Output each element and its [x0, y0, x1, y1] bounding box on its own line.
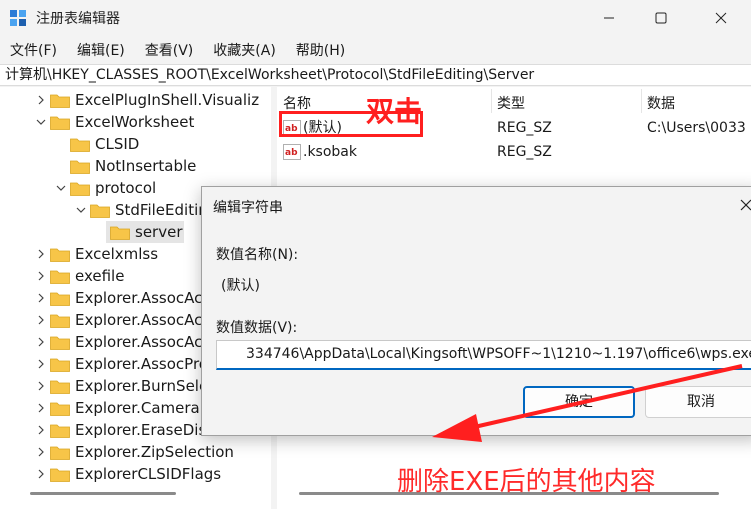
- chevron-down-icon[interactable]: [54, 177, 68, 199]
- column-data-header[interactable]: 数据: [647, 93, 675, 113]
- tree-item-label: Explorer.AssocAc: [75, 289, 203, 307]
- chevron-right-icon[interactable]: [34, 331, 48, 353]
- chevron-right-icon[interactable]: [34, 463, 48, 485]
- tree-item-label: CLSID: [95, 135, 140, 153]
- tree-horizontal-scrollbar[interactable]: [30, 492, 176, 495]
- tree-item-label: exefile: [75, 267, 125, 285]
- tree-item-label: NotInsertable: [95, 157, 197, 175]
- folder-icon: [50, 94, 70, 108]
- svg-text:ab: ab: [285, 148, 298, 158]
- menu-bar: 文件(F) 编辑(E) 查看(V) 收藏夹(A) 帮助(H): [0, 38, 355, 62]
- folder-icon: [50, 402, 70, 416]
- tree-item-label: ExplorerCLSIDFlags: [75, 465, 222, 483]
- value-name-label: 数值名称(N):: [216, 247, 299, 263]
- tree-item-label: protocol: [95, 179, 157, 197]
- ok-button[interactable]: 确定: [523, 386, 635, 418]
- column-type-header[interactable]: 类型: [497, 93, 525, 113]
- minimize-icon: [604, 17, 614, 19]
- tree-item-explorer-zipselection[interactable]: Explorer.ZipSelection: [0, 441, 271, 463]
- dialog-title: 编辑字符串: [213, 200, 283, 216]
- tree-item-label: server: [135, 223, 183, 241]
- folder-icon: [70, 160, 90, 174]
- chevron-right-icon[interactable]: [34, 243, 48, 265]
- folder-icon: [50, 314, 70, 328]
- tree-item-label: Excelxmlss: [75, 245, 159, 263]
- close-button[interactable]: [698, 0, 744, 36]
- title-bar: 注册表编辑器: [0, 0, 751, 36]
- list-item[interactable]: ab .ksobak REG_SZ: [277, 140, 751, 164]
- column-separator[interactable]: [641, 89, 642, 113]
- value-data-label: 数值数据(V):: [216, 320, 298, 336]
- chevron-right-icon[interactable]: [34, 441, 48, 463]
- tree-item-label: Explorer.AssocAc: [75, 311, 203, 329]
- dialog-close-icon[interactable]: [738, 197, 751, 213]
- folder-icon: [110, 226, 130, 240]
- annotation-double-click: 双击: [366, 95, 423, 128]
- tree-item-excelworksheet[interactable]: ExcelWorksheet: [0, 111, 271, 133]
- tree-item-label: ExcelWorksheet: [75, 113, 195, 131]
- folder-icon: [50, 270, 70, 284]
- maximize-icon: [655, 12, 667, 24]
- chevron-right-icon[interactable]: [34, 419, 48, 441]
- window-title: 注册表编辑器: [36, 11, 120, 27]
- column-separator[interactable]: [491, 89, 492, 113]
- folder-icon: [50, 116, 70, 130]
- menu-help[interactable]: 帮助(H): [286, 38, 355, 62]
- tree-item-explorerclsidflags[interactable]: ExplorerCLSIDFlags: [0, 463, 271, 485]
- chevron-right-icon[interactable]: [34, 287, 48, 309]
- folder-icon: [50, 248, 70, 262]
- value-type: REG_SZ: [497, 120, 552, 136]
- tree-item-label: Explorer.AssocPro: [75, 355, 208, 373]
- folder-icon: [50, 336, 70, 350]
- edit-string-dialog: 编辑字符串 数值名称(N): (默认) 数值数据(V): 334746\AppD…: [201, 186, 751, 436]
- menu-edit[interactable]: 编辑(E): [67, 38, 135, 62]
- address-bar[interactable]: 计算机\HKEY_CLASSES_ROOT\ExcelWorksheet\Pro…: [0, 64, 751, 86]
- value-type: REG_SZ: [497, 144, 552, 160]
- folder-icon: [70, 182, 90, 196]
- value-data-input[interactable]: 334746\AppData\Local\Kingsoft\WPSOFF~1\1…: [216, 340, 751, 370]
- close-icon: [715, 12, 727, 24]
- folder-icon: [50, 468, 70, 482]
- value-name-field: (默认): [221, 278, 260, 294]
- chevron-right-icon[interactable]: [34, 89, 48, 111]
- menu-favorites[interactable]: 收藏夹(A): [203, 38, 286, 62]
- folder-icon: [50, 380, 70, 394]
- tree-item-clsid[interactable]: CLSID: [0, 133, 271, 155]
- tree-item-notinsertable[interactable]: NotInsertable: [0, 155, 271, 177]
- chevron-right-icon[interactable]: [34, 353, 48, 375]
- menu-file[interactable]: 文件(F): [0, 38, 67, 62]
- minimize-button[interactable]: [586, 0, 632, 36]
- menu-view[interactable]: 查看(V): [135, 38, 204, 62]
- value-data-text: 334746\AppData\Local\Kingsoft\WPSOFF~1\1…: [246, 346, 751, 362]
- maximize-button[interactable]: [638, 0, 684, 36]
- tree-item-label: Explorer.CameraR: [75, 399, 211, 417]
- tree-item-label: Explorer.ZipSelection: [75, 443, 234, 461]
- column-name-header[interactable]: 名称: [283, 93, 311, 113]
- tree-item-label: ExcelPlugInShell.Visualiz: [75, 91, 260, 109]
- folder-icon: [50, 292, 70, 306]
- chevron-down-icon[interactable]: [74, 199, 88, 221]
- chevron-down-icon[interactable]: [34, 111, 48, 133]
- folder-icon: [70, 138, 90, 152]
- chevron-right-icon[interactable]: [34, 265, 48, 287]
- chevron-right-icon[interactable]: [34, 309, 48, 331]
- annotation-delete-note: 删除EXE后的其他内容: [397, 467, 656, 497]
- tree-item-label: Explorer.AssocAc: [75, 333, 203, 351]
- string-value-icon: ab: [283, 144, 301, 160]
- tree-item-label: Explorer.EraseDisc: [75, 421, 215, 439]
- folder-icon: [50, 446, 70, 460]
- registry-editor-icon: [10, 10, 26, 26]
- tree-item-excelpluginshell[interactable]: ExcelPlugInShell.Visualiz: [0, 89, 271, 111]
- value-data: C:\Users\0033: [647, 120, 746, 136]
- cancel-button[interactable]: 取消: [645, 386, 751, 418]
- folder-icon: [50, 424, 70, 438]
- folder-icon: [90, 204, 110, 218]
- value-name: .ksobak: [303, 144, 357, 160]
- chevron-right-icon[interactable]: [34, 375, 48, 397]
- tree-item-label: Explorer.BurnSele: [75, 377, 209, 395]
- folder-icon: [50, 358, 70, 372]
- chevron-right-icon[interactable]: [34, 397, 48, 419]
- tree-item-label: StdFileEditin: [115, 201, 208, 219]
